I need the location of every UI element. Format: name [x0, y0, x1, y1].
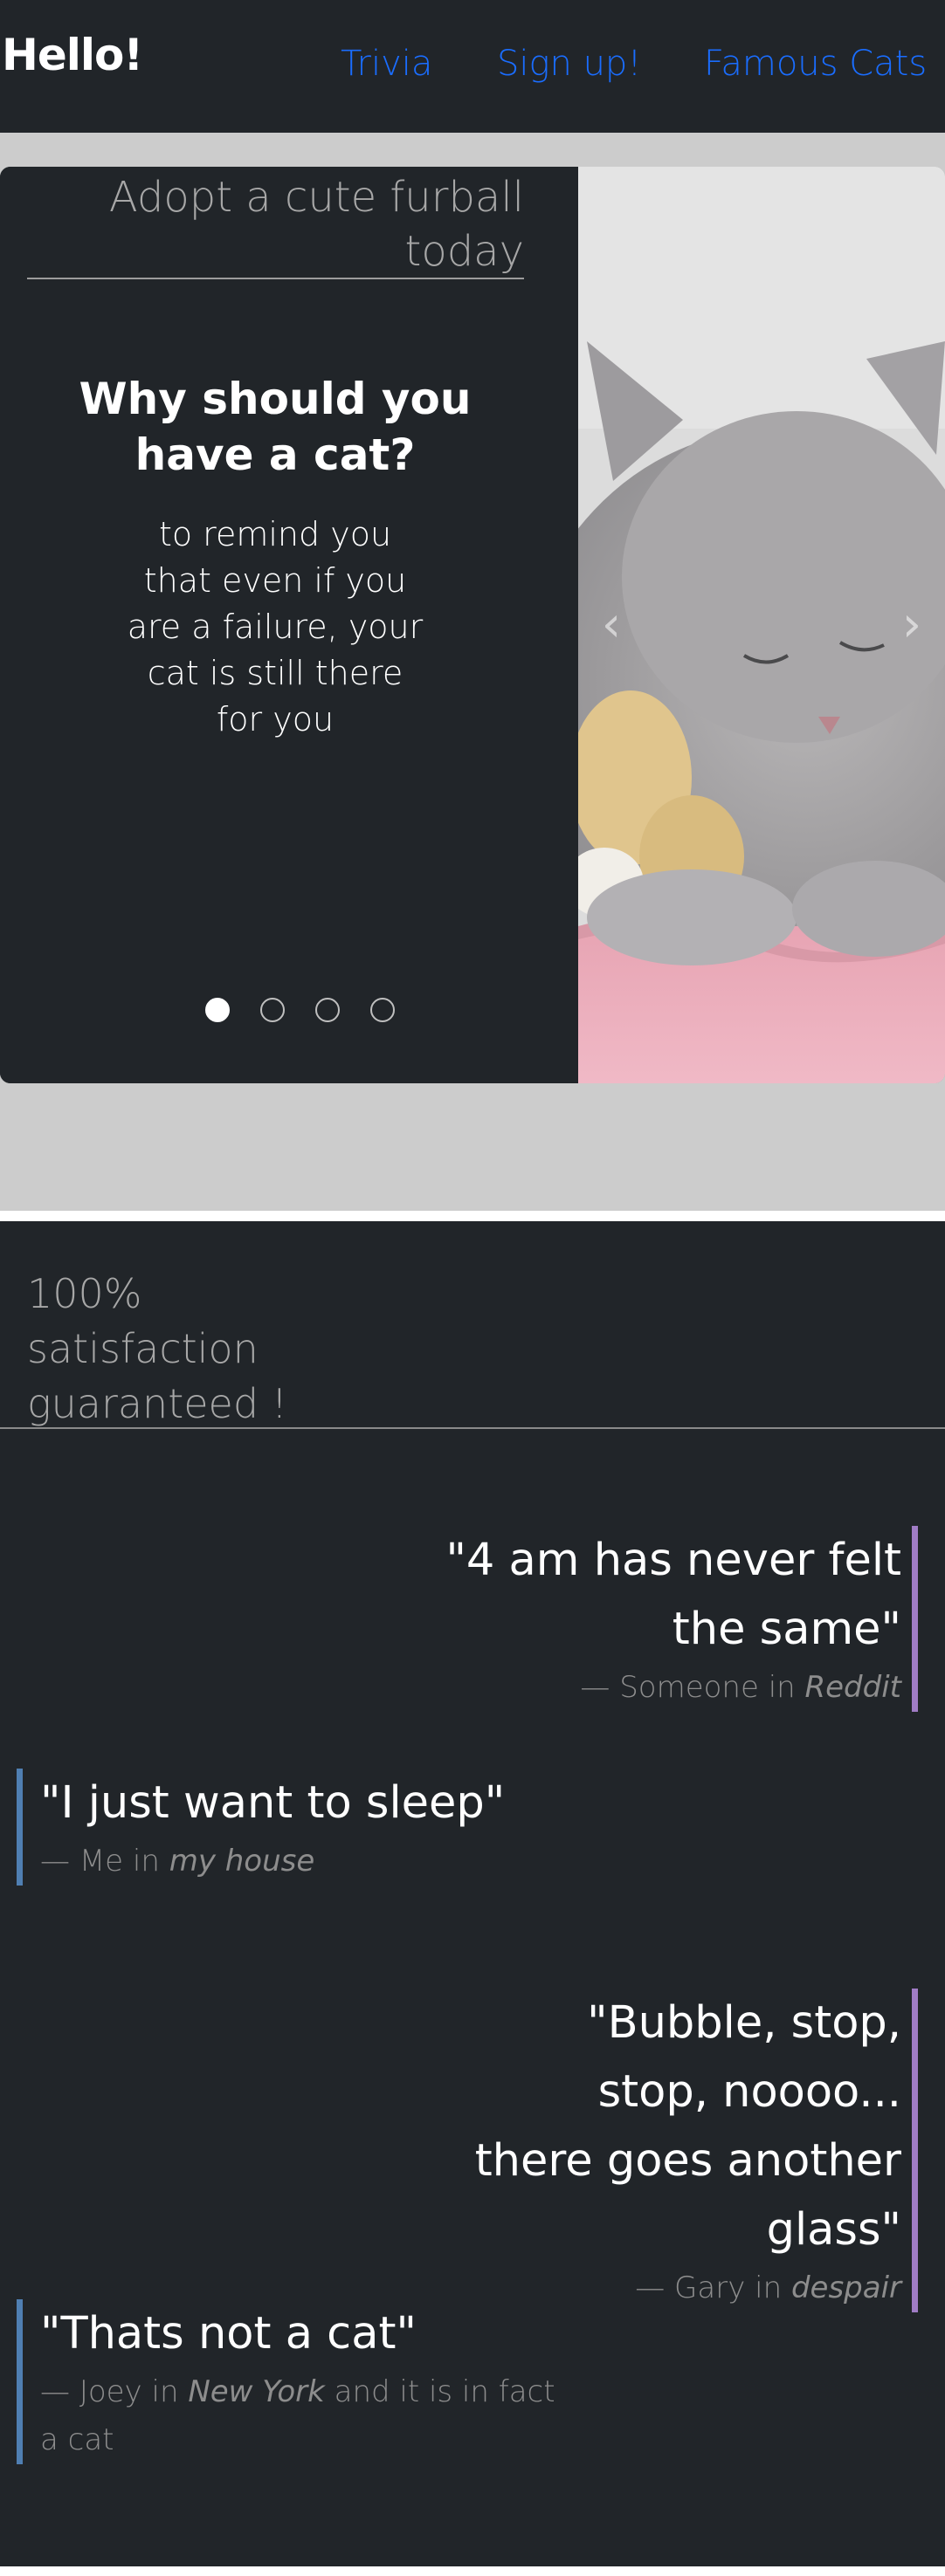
carousel-indicators: [205, 998, 395, 1024]
quote-source: Reddit: [804, 1670, 901, 1705]
carousel-lead: Adopt a cute furball today: [108, 173, 524, 276]
quote-source: New York: [188, 2374, 325, 2409]
quote-attribution: — Someone in Reddit: [580, 1670, 901, 1705]
section-divider: [0, 1211, 945, 1221]
page-bottom-band: [0, 2566, 945, 2576]
carousel-title: Why should you have a cat?: [79, 374, 472, 480]
chevron-left-icon[interactable]: ‹: [585, 594, 638, 656]
quote-attribution: — Me in my house: [40, 1844, 315, 1879]
carousel-indicator-2[interactable]: [260, 998, 285, 1022]
satisfaction-divider: [0, 1427, 945, 1429]
quote-source: my house: [169, 1844, 315, 1879]
quote-author: Gary: [674, 2270, 746, 2305]
satisfaction-heading: 100% satisfaction guaranteed !: [27, 1270, 288, 1427]
caption-divider: [27, 278, 524, 279]
carousel-indicator-1[interactable]: [205, 998, 230, 1022]
nav-link-trivia[interactable]: Trivia: [341, 44, 432, 84]
chevron-right-icon[interactable]: ›: [886, 594, 938, 656]
hero-section: Adopt a cute furball today Why should yo…: [0, 133, 945, 1211]
quote-attribution: — Joey in New York and it is in fact a c…: [40, 2374, 555, 2457]
carousel-image: ‹ ›: [578, 167, 945, 1083]
testimonial-quote: "4 am has never felt the same" — Someone…: [376, 1526, 918, 1712]
quote-text: "Thats not a cat": [40, 2308, 417, 2360]
testimonial-quote: "Bubble, stop, stop, noooo... there goes…: [472, 1989, 918, 2312]
quote-text: "4 am has never felt the same": [445, 1535, 901, 1655]
testimonials-section: 100% satisfaction guaranteed ! "4 am has…: [0, 1221, 945, 2566]
quote-text: "Bubble, stop, stop, noooo... there goes…: [474, 1997, 901, 2256]
quote-author: Someone: [619, 1670, 759, 1705]
carousel-body: to remind you that even if you are a fai…: [127, 515, 424, 738]
carousel: Adopt a cute furball today Why should yo…: [0, 167, 945, 1083]
quote-source: despair: [790, 2270, 901, 2305]
testimonial-quote: "I just want to sleep" — Me in my house: [17, 1769, 541, 1886]
testimonial-quote: "Thats not a cat" — Joey in New York and…: [17, 2299, 558, 2464]
carousel-caption: Adopt a cute furball today Why should yo…: [0, 167, 578, 1083]
brand-logo[interactable]: Hello!: [2, 30, 143, 80]
nav-link-famous-cats[interactable]: Famous Cats: [704, 44, 927, 84]
carousel-indicator-4[interactable]: [370, 998, 395, 1022]
nav-link-sign-up[interactable]: Sign up!: [497, 44, 641, 84]
navbar: Hello! Trivia Sign up! Famous Cats: [0, 0, 945, 133]
carousel-indicator-3[interactable]: [315, 998, 340, 1022]
quote-author: Me: [79, 1844, 124, 1879]
quote-author: Joey: [79, 2374, 142, 2409]
quote-text: "I just want to sleep": [40, 1777, 506, 1829]
